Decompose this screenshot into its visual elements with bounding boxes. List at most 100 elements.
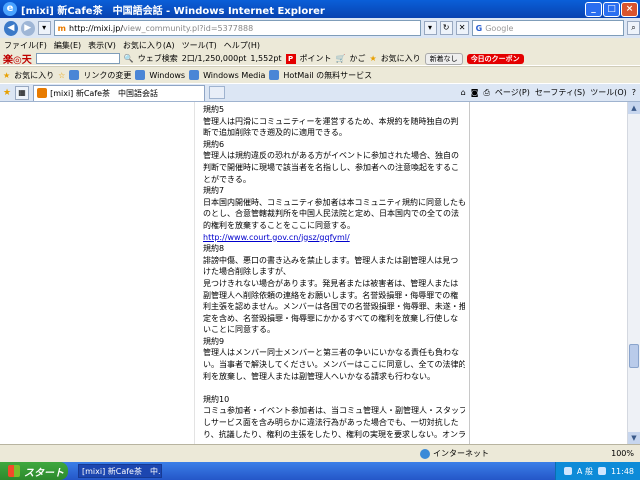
column-divider-right xyxy=(469,102,470,444)
rule-line: コミュ参加者・イベント参加者は、当コミュ管理人・副管理人・スタッフに対 xyxy=(203,406,465,416)
windows-media-icon xyxy=(189,70,200,80)
tab-mixi[interactable]: [mixi] 新Cafe茶 中国語会話 xyxy=(33,84,206,101)
scroll-down-arrow[interactable]: ▼ xyxy=(628,432,640,444)
back-button[interactable]: ◀ xyxy=(4,20,18,36)
rule-line: い。当事者で解決してください。メンバーはここに同意し、全ての法律的権 xyxy=(203,360,465,370)
rule-line: り、抗議したり、権利の主張をしたり、権利の実現を要求しない。オンライ xyxy=(203,429,465,439)
minimize-button[interactable]: _ xyxy=(585,1,602,17)
menu-help[interactable]: ヘルプ(H) xyxy=(224,40,260,51)
rule-line: 管理人は規約違反の恐れがある方がイベントに参加された場合、独自の xyxy=(203,151,459,161)
windows-flag-icon xyxy=(8,465,20,477)
new-tab-button[interactable] xyxy=(209,86,226,99)
taskbar-item-label: [mixi] 新Cafe茶 中... xyxy=(82,466,162,476)
column-divider-left xyxy=(194,102,195,444)
tray-volume-icon[interactable] xyxy=(597,467,606,475)
rule-line: 規約7 xyxy=(203,186,225,196)
rule-line: 誹謗中傷、悪口の書き込みを禁止します。管理人または副管理人は見つ xyxy=(203,255,459,265)
rakuten-logo[interactable]: 楽◎天 xyxy=(3,51,32,66)
page-viewport: 規約5 管理人は円滑にコミュニティーを運営するため、本規約を随時独自の判 断で追… xyxy=(0,102,640,444)
coupon-badge[interactable]: 今日のクーポン xyxy=(466,53,524,64)
feeds-icon[interactable]: ◙ xyxy=(471,88,479,97)
favorite-star-icon: ★ xyxy=(369,54,377,63)
points-total: 1,552pt xyxy=(250,54,282,63)
rule-line: 管理人は円滑にコミュニティーを運営するため、本規約を随時独自の判 xyxy=(203,116,459,126)
web-search-button[interactable]: ウェブ検索 xyxy=(138,53,178,64)
points-display[interactable]: 2口/1,250,000pt xyxy=(182,53,247,64)
address-dropdown-button[interactable]: ▾ xyxy=(423,21,437,35)
search-input[interactable]: G Google xyxy=(471,20,624,36)
vertical-scrollbar[interactable]: ▲ ▼ xyxy=(627,102,640,444)
address-input[interactable]: m http://mixi.jp/ view_community.pl?id=5… xyxy=(53,20,421,36)
menu-tools[interactable]: ツール(T) xyxy=(182,40,217,51)
menu-favorites[interactable]: お気に入り(A) xyxy=(123,40,175,51)
rule-line: いことに同意する。 xyxy=(203,325,275,335)
stop-button[interactable]: ✕ xyxy=(455,21,469,35)
rule-line: 副管理人へ削除依頼の連絡をお願いします。名誉毀損罪・侮辱罪での権 xyxy=(203,290,459,300)
rule-line: 規約9 xyxy=(203,336,225,346)
status-bar: インターネット 100% xyxy=(0,444,640,462)
hotmail-icon xyxy=(269,70,280,80)
favorites-center-button[interactable]: お気に入り xyxy=(14,70,54,81)
rule-line: 的権利を放棄することをここに同意する。 xyxy=(203,220,355,230)
mixi-tab-icon xyxy=(37,88,48,98)
fav-windows[interactable]: Windows xyxy=(149,71,185,80)
refresh-button[interactable]: ↻ xyxy=(439,21,453,35)
tab-list-button[interactable]: ▦ xyxy=(15,85,30,100)
help-icon[interactable]: ? xyxy=(632,88,636,97)
favorites-bar: ★ お気に入り ☆ リンクの変更 Windows Windows Media H… xyxy=(0,66,640,83)
scroll-up-arrow[interactable]: ▲ xyxy=(628,102,640,114)
fav-windows-media[interactable]: Windows Media xyxy=(203,71,265,80)
page-menu[interactable]: ページ(P) xyxy=(495,87,530,98)
taskbar-item-ie[interactable]: [mixi] 新Cafe茶 中... xyxy=(78,464,162,478)
print-icon[interactable]: ⎙ xyxy=(484,88,490,98)
start-button[interactable]: スタート xyxy=(0,462,68,480)
scroll-thumb[interactable] xyxy=(629,344,639,368)
court-link[interactable]: http://www.court.gov.cn/jgsz/gqfyml/ xyxy=(203,233,350,242)
rule-line: 管理人はメンバー同士メンバーと第三者の争いにいかなる責任も負わな xyxy=(203,348,459,358)
mixi-favicon: m xyxy=(57,23,67,33)
safety-menu[interactable]: セーフティ(S) xyxy=(535,87,585,98)
history-dropdown[interactable]: ▾ xyxy=(37,21,51,35)
rule-line: のとし、合意管轄裁判所を中国人民法院と定め、日本国内での全ての法 xyxy=(203,209,459,219)
new-items-badge[interactable]: 新着なし xyxy=(424,52,463,65)
ie-logo-icon: e xyxy=(3,2,17,16)
ime-indicator[interactable]: A 般 xyxy=(577,466,593,477)
menu-edit[interactable]: 編集(E) xyxy=(54,40,81,51)
tab-favorites-star-icon[interactable]: ★ xyxy=(3,88,11,98)
zoom-level[interactable]: 100% xyxy=(611,449,634,458)
rule-line: 規約5 xyxy=(203,105,225,114)
command-bar: ⌂ ◙ ⎙ ページ(P) セーフティ(S) ツール(O) ? xyxy=(461,87,640,98)
windows-taskbar: スタート [mixi] 新Cafe茶 中... A 般 11:48 xyxy=(0,462,640,480)
rule-line: 規約6 xyxy=(203,139,225,149)
fav-hotmail[interactable]: HotMail の無料サービス xyxy=(283,70,372,81)
rule-line: 断で追加削除でき遡及的に適用できる。 xyxy=(203,128,347,138)
google-icon: G xyxy=(475,23,483,33)
menu-bar: ファイル(F) 編集(E) 表示(V) お気に入り(A) ツール(T) ヘルプ(… xyxy=(0,38,640,52)
rule-line: とができる。 xyxy=(203,174,251,184)
point-button[interactable]: ポイント xyxy=(300,53,332,64)
rule-line: 日本国内開催時、コミュニティ参加者は本コミュニティ規約に同意したも xyxy=(203,197,465,207)
tab-row: ★ ▦ [mixi] 新Cafe茶 中国語会話 ⌂ ◙ ⎙ ページ(P) セーフ… xyxy=(0,84,640,102)
home-icon[interactable]: ⌂ xyxy=(461,88,466,97)
tray-network-icon[interactable] xyxy=(563,467,572,475)
menu-file[interactable]: ファイル(F) xyxy=(4,40,47,51)
tools-menu[interactable]: ツール(O) xyxy=(590,87,627,98)
search-button[interactable]: ⌕ xyxy=(626,21,640,35)
menu-view[interactable]: 表示(V) xyxy=(88,40,116,51)
rakuten-search-input[interactable] xyxy=(35,53,120,64)
cart-button[interactable]: かご xyxy=(350,53,366,64)
rakuten-toolbar: 楽◎天 🔍 ウェブ検索 2口/1,250,000pt 1,552pt P ポイン… xyxy=(0,51,640,66)
left-column xyxy=(0,102,193,444)
favorites-button[interactable]: お気に入り xyxy=(381,53,421,64)
security-zone[interactable]: インターネット xyxy=(420,448,489,459)
magnifier-icon: 🔍 xyxy=(123,54,134,63)
system-tray: A 般 11:48 xyxy=(554,462,640,480)
rule-line: しサービス面を含み明らかに違法行為があった場合でも、一切対抗した xyxy=(203,418,459,428)
fav-link-change[interactable]: リンクの変更 xyxy=(83,70,131,81)
maximize-button[interactable]: □ xyxy=(603,1,620,17)
url-host: http://mixi.jp/ xyxy=(69,23,124,33)
close-button[interactable]: × xyxy=(621,1,638,17)
forward-button[interactable]: ▶ xyxy=(20,20,35,36)
rule-line: 規約10 xyxy=(203,394,230,404)
tab-label: [mixi] 新Cafe茶 中国語会話 xyxy=(50,88,159,98)
